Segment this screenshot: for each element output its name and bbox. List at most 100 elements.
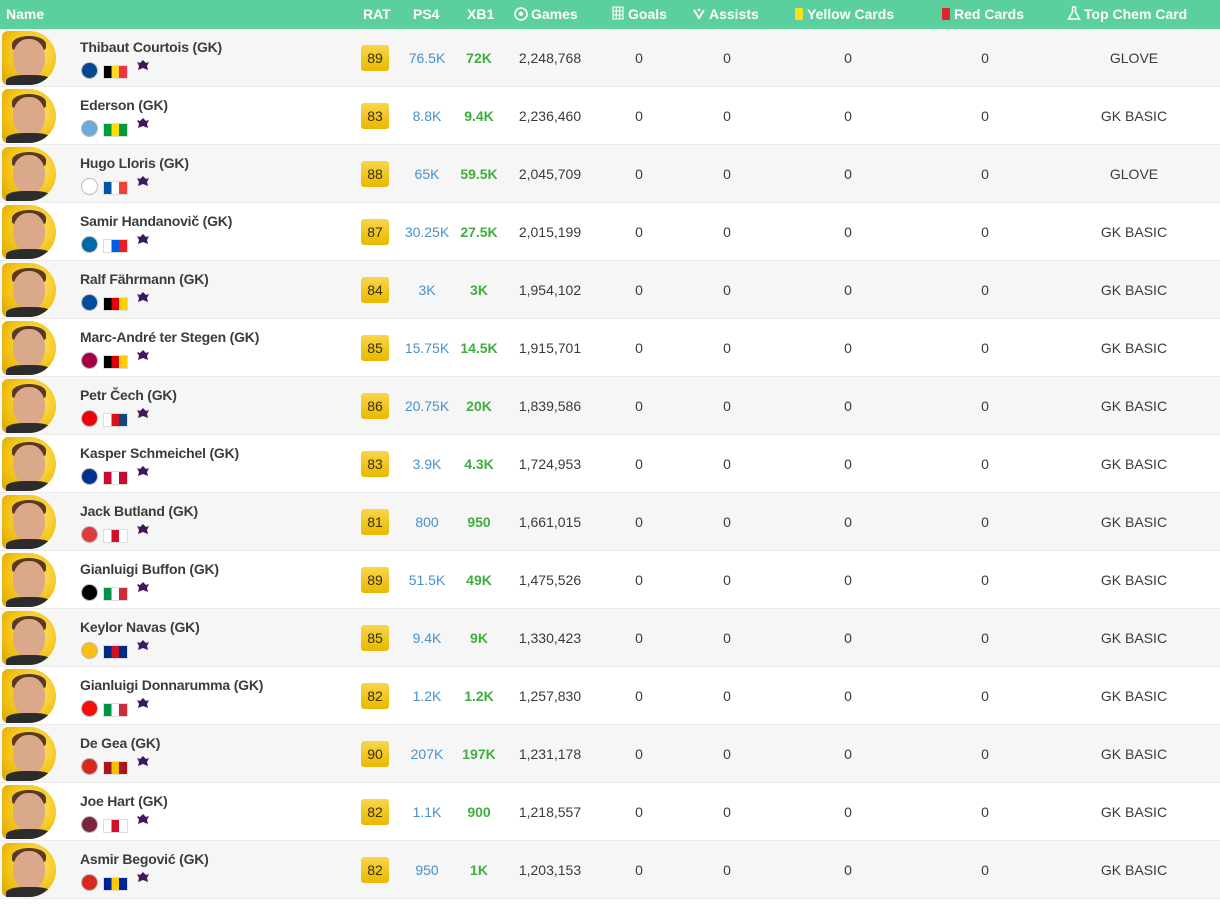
club-badge-icon[interactable] xyxy=(81,700,98,717)
header-games[interactable]: Games xyxy=(514,0,578,29)
player-name-link[interactable]: Marc-André ter Stegen (GK) xyxy=(80,329,259,345)
header-red[interactable]: Red Cards xyxy=(941,0,1024,29)
player-avatar[interactable] xyxy=(2,495,56,549)
player-name-link[interactable]: Petr Čech (GK) xyxy=(80,387,177,403)
club-badge-icon[interactable] xyxy=(81,294,98,311)
league-logo-icon[interactable] xyxy=(133,118,153,140)
nation-flag-icon[interactable] xyxy=(103,471,128,485)
club-badge-icon[interactable] xyxy=(81,642,98,659)
nation-flag-icon[interactable] xyxy=(103,181,128,195)
header-rat[interactable]: RAT xyxy=(363,0,391,29)
club-badge-icon[interactable] xyxy=(81,468,98,485)
player-name-link[interactable]: Thibaut Courtois (GK) xyxy=(80,39,222,55)
club-badge-icon[interactable] xyxy=(81,758,98,775)
league-logo-icon[interactable] xyxy=(133,582,153,604)
player-avatar[interactable] xyxy=(2,147,56,201)
table-row[interactable]: Samir Handanovič (GK) 87 30.25K 27.5K 2,… xyxy=(0,203,1220,261)
league-logo-icon[interactable] xyxy=(133,698,153,720)
table-row[interactable]: Marc-André ter Stegen (GK) 85 15.75K 14.… xyxy=(0,319,1220,377)
club-badge-icon[interactable] xyxy=(81,236,98,253)
club-badge-icon[interactable] xyxy=(81,352,98,369)
club-badge-icon[interactable] xyxy=(81,526,98,543)
league-logo-icon[interactable] xyxy=(133,176,153,198)
header-chem[interactable]: Top Chem Card xyxy=(1067,0,1187,29)
player-name-link[interactable]: Joe Hart (GK) xyxy=(80,793,168,809)
nation-flag-icon[interactable] xyxy=(103,529,128,543)
player-avatar[interactable] xyxy=(2,437,56,491)
club-badge-icon[interactable] xyxy=(81,120,98,137)
league-logo-icon[interactable] xyxy=(133,640,153,662)
league-logo-icon[interactable] xyxy=(133,872,153,894)
player-name-link[interactable]: Jack Butland (GK) xyxy=(80,503,198,519)
league-logo-icon[interactable] xyxy=(133,234,153,256)
league-logo-icon[interactable] xyxy=(133,292,153,314)
table-row[interactable]: Asmir Begović (GK) 82 950 1K 1,203,153 0… xyxy=(0,841,1220,899)
club-badge-icon[interactable] xyxy=(81,410,98,427)
nation-flag-icon[interactable] xyxy=(103,123,128,137)
nation-flag-icon[interactable] xyxy=(103,819,128,833)
table-row[interactable]: Hugo Lloris (GK) 88 65K 59.5K 2,045,709 … xyxy=(0,145,1220,203)
table-row[interactable]: Thibaut Courtois (GK) 89 76.5K 72K 2,248… xyxy=(0,29,1220,87)
nation-flag-icon[interactable] xyxy=(103,239,128,253)
header-assists[interactable]: Assists xyxy=(692,0,759,29)
league-logo-icon[interactable] xyxy=(133,350,153,372)
nation-flag-icon[interactable] xyxy=(103,413,128,427)
player-name-link[interactable]: Kasper Schmeichel (GK) xyxy=(80,445,239,461)
club-badge-icon[interactable] xyxy=(81,178,98,195)
table-row[interactable]: Petr Čech (GK) 86 20.75K 20K 1,839,586 0… xyxy=(0,377,1220,435)
table-row[interactable]: Kasper Schmeichel (GK) 83 3.9K 4.3K 1,72… xyxy=(0,435,1220,493)
table-row[interactable]: Gianluigi Buffon (GK) 89 51.5K 49K 1,475… xyxy=(0,551,1220,609)
header-ps4[interactable]: PS4 xyxy=(413,0,439,29)
player-avatar[interactable] xyxy=(2,31,56,85)
player-avatar[interactable] xyxy=(2,205,56,259)
player-name-link[interactable]: Samir Handanovič (GK) xyxy=(80,213,232,229)
header-name[interactable]: Name xyxy=(6,0,44,29)
player-avatar[interactable] xyxy=(2,379,56,433)
player-name-link[interactable]: Ederson (GK) xyxy=(80,97,168,113)
player-name-link[interactable]: Ralf Fährmann (GK) xyxy=(80,271,209,287)
player-avatar[interactable] xyxy=(2,611,56,665)
nation-flag-icon[interactable] xyxy=(103,65,128,79)
player-name-link[interactable]: Asmir Begović (GK) xyxy=(80,851,209,867)
player-name-link[interactable]: De Gea (GK) xyxy=(80,735,160,751)
player-name-link[interactable]: Gianluigi Buffon (GK) xyxy=(80,561,219,577)
club-badge-icon[interactable] xyxy=(81,584,98,601)
nation-flag-icon[interactable] xyxy=(103,645,128,659)
player-name-link[interactable]: Keylor Navas (GK) xyxy=(80,619,200,635)
league-logo-icon[interactable] xyxy=(133,60,153,82)
nation-flag-icon[interactable] xyxy=(103,297,128,311)
table-row[interactable]: Ralf Fährmann (GK) 84 3K 3K 1,954,102 0 … xyxy=(0,261,1220,319)
player-avatar[interactable] xyxy=(2,553,56,607)
nation-flag-icon[interactable] xyxy=(103,761,128,775)
league-logo-icon[interactable] xyxy=(133,408,153,430)
header-yellow[interactable]: Yellow Cards xyxy=(794,0,894,29)
table-row[interactable]: Joe Hart (GK) 82 1.1K 900 1,218,557 0 0 … xyxy=(0,783,1220,841)
player-avatar[interactable] xyxy=(2,843,56,897)
nation-flag-icon[interactable] xyxy=(103,355,128,369)
player-avatar[interactable] xyxy=(2,669,56,723)
league-logo-icon[interactable] xyxy=(133,814,153,836)
player-avatar[interactable] xyxy=(2,321,56,375)
club-badge-icon[interactable] xyxy=(81,62,98,79)
nation-flag-icon[interactable] xyxy=(103,877,128,891)
nation-flag-icon[interactable] xyxy=(103,703,128,717)
nation-flag-icon[interactable] xyxy=(103,587,128,601)
table-row[interactable]: De Gea (GK) 90 207K 197K 1,231,178 0 0 0… xyxy=(0,725,1220,783)
table-row[interactable]: Gianluigi Donnarumma (GK) 82 1.2K 1.2K 1… xyxy=(0,667,1220,725)
club-badge-icon[interactable] xyxy=(81,874,98,891)
club-badge-icon[interactable] xyxy=(81,816,98,833)
header-xb1[interactable]: XB1 xyxy=(467,0,494,29)
league-logo-icon[interactable] xyxy=(133,466,153,488)
league-logo-icon[interactable] xyxy=(133,756,153,778)
player-avatar[interactable] xyxy=(2,785,56,839)
player-avatar[interactable] xyxy=(2,263,56,317)
table-row[interactable]: Ederson (GK) 83 8.8K 9.4K 2,236,460 0 0 … xyxy=(0,87,1220,145)
league-logo-icon[interactable] xyxy=(133,524,153,546)
table-row[interactable]: Keylor Navas (GK) 85 9.4K 9K 1,330,423 0… xyxy=(0,609,1220,667)
player-name-link[interactable]: Gianluigi Donnarumma (GK) xyxy=(80,677,263,693)
table-row[interactable]: Jack Butland (GK) 81 800 950 1,661,015 0… xyxy=(0,493,1220,551)
player-name-link[interactable]: Hugo Lloris (GK) xyxy=(80,155,189,171)
header-goals[interactable]: Goals xyxy=(611,0,667,29)
player-avatar[interactable] xyxy=(2,89,56,143)
player-avatar[interactable] xyxy=(2,727,56,781)
